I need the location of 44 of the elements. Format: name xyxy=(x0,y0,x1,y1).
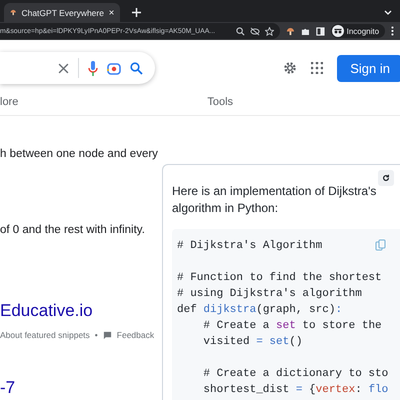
code-line: # Create a dictionary to sto xyxy=(203,367,388,382)
settings-icon[interactable] xyxy=(283,61,298,75)
answer-text: Here is an implementation of Dijkstra's algorithm in Python: xyxy=(172,183,378,217)
code-line: # using Dijkstra's algorithm xyxy=(177,287,362,302)
eye-slash-icon[interactable] xyxy=(250,26,260,36)
code-line: # Dijkstra's Algorithm xyxy=(177,239,322,254)
tab-title: ChatGPT Everywhere xyxy=(21,8,104,18)
profile-label: Incognito xyxy=(346,26,380,36)
search-field[interactable] xyxy=(0,52,155,84)
incognito-badge[interactable]: Incognito xyxy=(330,24,386,38)
result-title[interactable]: -7 xyxy=(0,378,162,398)
code-line: visited = set() xyxy=(203,335,302,350)
microphone-icon[interactable] xyxy=(88,60,98,76)
source-link[interactable]: Educative.io xyxy=(0,301,162,321)
code-line: def dijkstra(graph, src): xyxy=(177,303,342,318)
snippet-text: h between one node and every xyxy=(0,148,159,160)
star-icon[interactable] xyxy=(264,26,274,36)
separator-dot: • xyxy=(94,330,98,340)
code-line: # Function to find the shortest xyxy=(177,271,382,286)
clear-icon[interactable] xyxy=(58,62,69,74)
refresh-icon xyxy=(382,174,390,182)
browser-tab[interactable]: ChatGPT Everywhere xyxy=(4,3,120,22)
feedback-link[interactable]: Feedback xyxy=(116,330,154,340)
search-icon[interactable] xyxy=(130,62,143,74)
kebab-menu-icon[interactable] xyxy=(391,26,394,36)
camera-icon[interactable] xyxy=(107,62,121,74)
refresh-button[interactable] xyxy=(378,170,394,186)
code-line: # Create a set to store the xyxy=(203,319,382,334)
mushroom-icon xyxy=(10,8,16,17)
chevron-icon[interactable] xyxy=(384,10,392,15)
incognito-icon xyxy=(332,25,344,37)
new-tab-icon[interactable] xyxy=(132,8,141,17)
about-snippets-link[interactable]: About featured snippets xyxy=(0,330,90,340)
zoom-icon[interactable] xyxy=(236,26,245,36)
apps-grid-icon[interactable] xyxy=(311,62,324,74)
feedback-icon[interactable] xyxy=(102,330,112,340)
nav-tab[interactable]: Tools xyxy=(185,96,234,108)
code-line: shortest_dist = {vertex: flo xyxy=(203,383,388,398)
sidebar-icon[interactable] xyxy=(316,26,325,36)
mushroom-icon[interactable] xyxy=(286,26,295,36)
nav-tab[interactable]: lore xyxy=(0,96,18,108)
sign-in-button[interactable]: Sign in xyxy=(337,54,400,82)
close-icon[interactable] xyxy=(108,9,114,16)
snippet-text: of 0 and the rest with infinity. xyxy=(0,224,146,236)
